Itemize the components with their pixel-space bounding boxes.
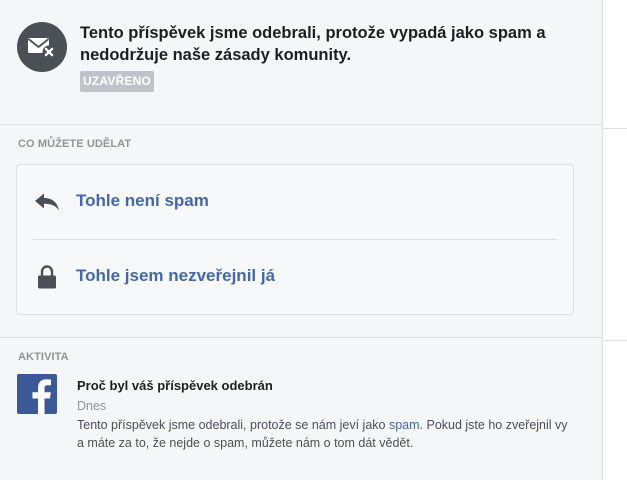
notification-panel: Tento příspěvek jsme odebrali, protože v… [0,0,603,480]
activity-timestamp: Dnes [77,399,107,413]
activity-item: Proč byl váš příspěvek odebrán Dnes Tent… [17,374,587,474]
divider [603,128,627,129]
activity-body-text: Tento příspěvek jsme odebrali, protože s… [77,418,389,432]
divider [0,124,602,125]
mail-blocked-icon [17,22,67,72]
reply-arrow-icon [33,189,61,215]
options-section-title: CO MŮŽETE UDĚLAT [18,138,132,150]
activity-section-title: AKTIVITA [18,351,69,363]
facebook-logo-icon [17,374,57,414]
divider [0,337,602,338]
status-badge: UZAVŘENO [80,71,155,92]
removal-notice: Tento příspěvek jsme odebrali, protože v… [17,22,587,102]
notice-message: Tento příspěvek jsme odebrali, protože v… [80,24,546,64]
not-spam-option[interactable]: Tohle není spam [17,165,573,239]
lock-icon [33,264,61,290]
divider [603,340,627,341]
not-spam-label: Tohle není spam [76,191,209,210]
right-column-edge [603,0,627,480]
not-posted-by-me-option[interactable]: Tohle jsem nezveřejnil já [17,240,573,314]
not-posted-by-me-label: Tohle jsem nezveřejnil já [76,266,276,285]
options-card: Tohle není spam Tohle jsem nezveřejnil j… [16,164,574,315]
activity-title: Proč byl váš příspěvek odebrán [77,378,273,393]
spam-link[interactable]: spam [389,418,420,432]
activity-body: Tento příspěvek jsme odebrali, protože s… [77,416,577,452]
